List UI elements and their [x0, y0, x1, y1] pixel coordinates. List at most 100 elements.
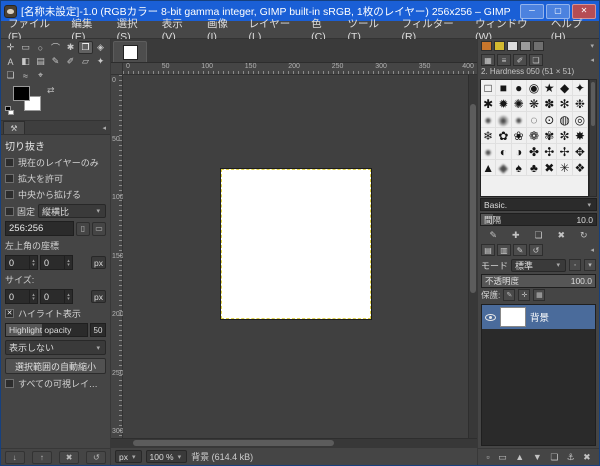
- brush-item[interactable]: ♣: [527, 160, 542, 176]
- edit-brush-button[interactable]: ✎: [489, 230, 497, 241]
- unified-transform-tool[interactable]: ◈: [93, 41, 108, 54]
- size-height-field[interactable]: 0 ▴▾: [40, 289, 73, 304]
- menu-item[interactable]: 色(C): [304, 21, 340, 38]
- free-select-tool[interactable]: ⌒: [48, 41, 63, 54]
- fonts-tab[interactable]: [507, 41, 518, 51]
- refresh-brushes-button[interactable]: ↻: [580, 230, 588, 241]
- text-tool[interactable]: A: [3, 55, 18, 68]
- size-width-field[interactable]: 0 ▴▾: [5, 289, 38, 304]
- brush-item[interactable]: ●: [512, 112, 527, 128]
- brush-item[interactable]: ❖: [573, 160, 588, 176]
- brush-item[interactable]: ❉: [573, 96, 588, 112]
- spin-arrows[interactable]: ▴▾: [64, 256, 72, 269]
- brush-item[interactable]: ◉: [496, 112, 511, 128]
- move-tool[interactable]: ✛: [3, 41, 18, 54]
- image-tab[interactable]: [113, 41, 147, 62]
- spin-arrows[interactable]: ▴▾: [64, 290, 72, 303]
- mode-group-legacy-button[interactable]: ▾: [584, 259, 596, 271]
- brush-spacing-slider[interactable]: 間隔 10.0: [480, 213, 597, 226]
- menu-item[interactable]: ファイル(F): [1, 21, 64, 38]
- new-layer-button[interactable]: ▫: [486, 452, 489, 462]
- brush-item[interactable]: ◑: [512, 144, 527, 160]
- brush-item[interactable]: ◌: [527, 112, 542, 128]
- brush-list-view-tab[interactable]: ≡: [497, 54, 511, 66]
- brush-tag-filter[interactable]: Basic. ▾: [480, 198, 597, 211]
- save-tool-options-button[interactable]: ↓: [5, 451, 25, 464]
- menu-item[interactable]: レイヤー(L): [242, 21, 305, 38]
- brush-item[interactable]: ✣: [542, 144, 557, 160]
- brush-scrollbar[interactable]: [589, 79, 597, 197]
- highlight-checkbox[interactable]: ✕: [5, 309, 14, 318]
- brush-item[interactable]: ✺: [512, 96, 527, 112]
- default-colors-icon[interactable]: [5, 106, 16, 117]
- brush-item[interactable]: ✥: [573, 144, 588, 160]
- brush-item[interactable]: ★: [542, 80, 557, 96]
- tool-options-tab[interactable]: ⚒: [3, 121, 25, 134]
- crop-tool[interactable]: ❐: [78, 41, 93, 54]
- dock-menu-icon[interactable]: ▾: [588, 42, 596, 50]
- brush-item[interactable]: ❄: [481, 128, 496, 144]
- menu-item[interactable]: フィルター(R): [394, 21, 468, 38]
- palettes-tab[interactable]: [533, 41, 544, 51]
- anchor-layer-button[interactable]: ⚓: [567, 452, 574, 463]
- dock-menu-icon[interactable]: ◂: [588, 56, 596, 64]
- vertical-scrollbar[interactable]: [468, 75, 477, 438]
- fixed-checkbox[interactable]: [5, 207, 14, 216]
- brush-item[interactable]: ✼: [557, 128, 572, 144]
- lock-position-button[interactable]: ✛: [518, 289, 530, 301]
- menu-item[interactable]: ウィンドウ(W): [468, 21, 544, 38]
- brush-item[interactable]: ◎: [573, 112, 588, 128]
- brush-item[interactable]: ✱: [481, 96, 496, 112]
- duplicate-layer-button[interactable]: ❏: [550, 452, 558, 463]
- landscape-orientation-button[interactable]: ▭: [92, 222, 106, 236]
- layer-thumbnail[interactable]: [500, 307, 526, 327]
- scrollbar-thumb[interactable]: [591, 82, 595, 126]
- device-status-tab[interactable]: ✐: [513, 54, 527, 66]
- raise-layer-button[interactable]: ▲: [515, 452, 524, 462]
- brush-item[interactable]: ▲: [481, 160, 496, 176]
- mode-group-default-button[interactable]: ◦: [569, 259, 581, 271]
- menu-item[interactable]: ツール(T): [340, 21, 394, 38]
- brush-item[interactable]: ❋: [527, 96, 542, 112]
- auto-shrink-button[interactable]: 選択範囲の自動縮小: [5, 358, 106, 374]
- delete-brush-button[interactable]: ✖: [557, 230, 565, 241]
- brush-item[interactable]: ◉: [527, 80, 542, 96]
- position-y-field[interactable]: 0 ▴▾: [40, 255, 73, 270]
- checkbox-icon[interactable]: [5, 379, 14, 388]
- lock-pixels-button[interactable]: ✎: [503, 289, 515, 301]
- brush-item[interactable]: ✽: [542, 96, 557, 112]
- menu-item[interactable]: 選択(S): [110, 21, 155, 38]
- spin-arrows[interactable]: ▴▾: [29, 256, 37, 269]
- highlight-opacity-slider[interactable]: Highlight opacity: [5, 323, 88, 337]
- position-unit-dropdown[interactable]: px: [91, 256, 106, 269]
- brush-item[interactable]: □: [481, 80, 496, 96]
- channels-tab[interactable]: ▥: [497, 244, 511, 256]
- brush-item[interactable]: ⊙: [542, 112, 557, 128]
- delete-tool-options-button[interactable]: ✖: [59, 451, 79, 464]
- brush-item[interactable]: ✹: [496, 96, 511, 112]
- eraser-tool[interactable]: ▱: [78, 55, 93, 68]
- horizontal-scrollbar[interactable]: [111, 438, 477, 447]
- menu-item[interactable]: 表示(V): [155, 21, 200, 38]
- new-brush-button[interactable]: ✚: [512, 230, 520, 241]
- smudge-tool[interactable]: ≈: [18, 69, 33, 82]
- ellipse-select-tool[interactable]: ○: [33, 41, 48, 54]
- current-layer-only-option[interactable]: 現在のレイヤーのみ: [5, 156, 106, 169]
- checkbox-icon[interactable]: [5, 158, 14, 167]
- patterns-tab[interactable]: [494, 41, 505, 51]
- scrollbar-thumb[interactable]: [470, 104, 476, 293]
- airbrush-tool[interactable]: ✦: [93, 55, 108, 68]
- layer-row-background[interactable]: 背景: [482, 305, 595, 329]
- paths-tab[interactable]: ✎: [513, 244, 527, 256]
- layers-tab[interactable]: ▤: [481, 244, 495, 256]
- brush-item[interactable]: ■: [496, 80, 511, 96]
- brush-item[interactable]: ❁: [527, 128, 542, 144]
- size-unit-dropdown[interactable]: px: [91, 290, 106, 303]
- zoom-dropdown[interactable]: 100 % ▾: [146, 450, 188, 463]
- dock-menu-icon[interactable]: ◂: [100, 124, 108, 132]
- highlight-opacity-value[interactable]: 50: [90, 323, 106, 337]
- foreground-color-swatch[interactable]: [13, 86, 30, 101]
- brush-item[interactable]: ✤: [527, 144, 542, 160]
- rectangle-select-tool[interactable]: ▭: [18, 41, 33, 54]
- canvas-viewport[interactable]: [123, 75, 468, 438]
